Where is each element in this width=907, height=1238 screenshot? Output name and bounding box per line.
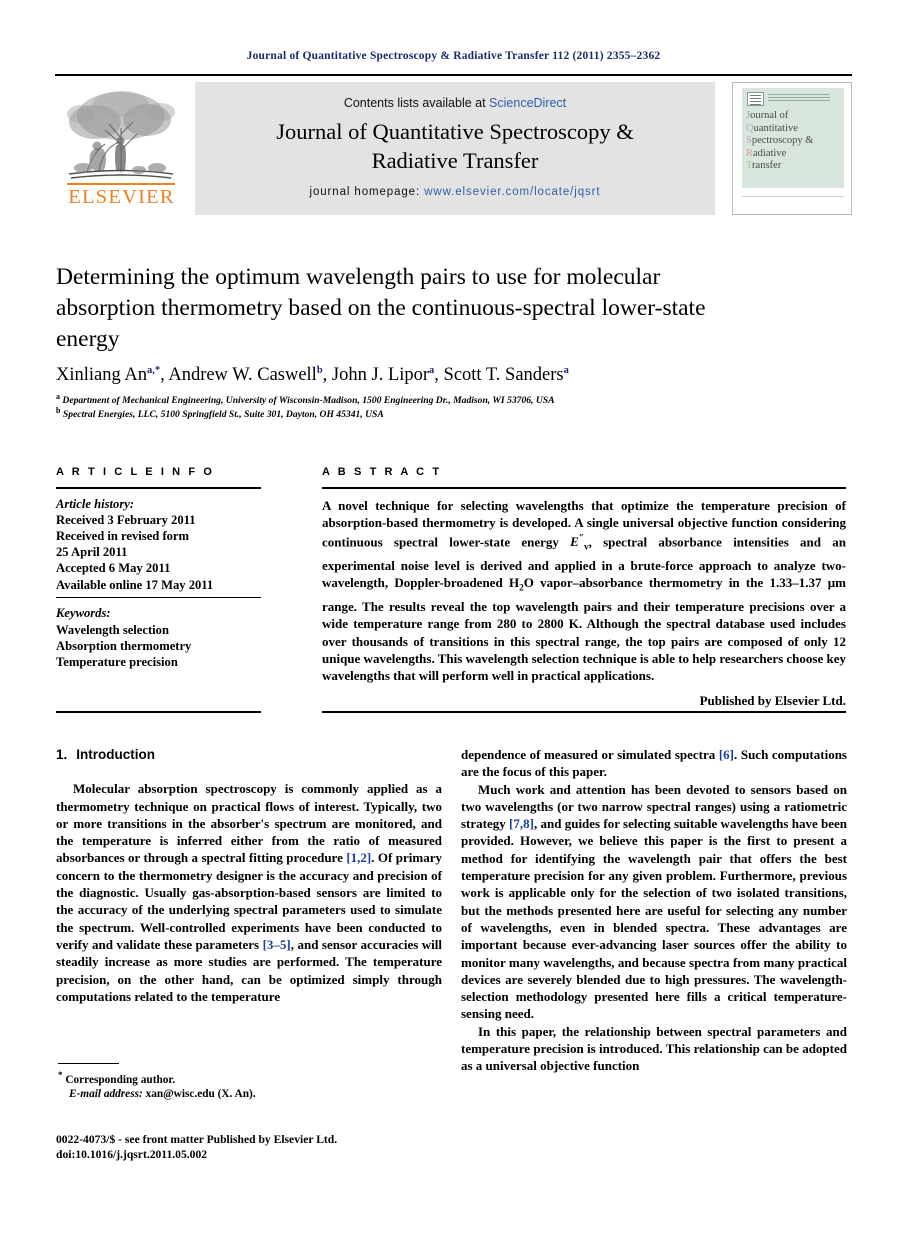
footnote-marker: * <box>58 1070 63 1080</box>
body-column-right: dependence of measured or simulated spec… <box>461 746 847 1075</box>
article-info-bottom-rule <box>56 711 261 713</box>
footnote-rule <box>58 1063 119 1065</box>
history-item: Received 3 February 2011 <box>56 512 196 527</box>
journal-homepage-link[interactable]: www.elsevier.com/locate/jqsrt <box>424 186 600 198</box>
citation-ref[interactable]: [6] <box>719 747 734 762</box>
history-item: Received in revised form <box>56 529 190 543</box>
cover-line4: adiative <box>753 147 787 159</box>
issn-front-matter: 0022-4073/$ - see front matter Published… <box>56 1133 338 1146</box>
paragraph: In this paper, the relationship between … <box>461 1023 847 1074</box>
paragraph: Molecular absorption spectroscopy is com… <box>56 780 442 1005</box>
journal-title: Journal of Quantitative Spectroscopy & R… <box>195 117 715 175</box>
affiliation-text: Spectral Energies, LLC, 5100 Springfield… <box>62 409 384 421</box>
header-rule <box>55 74 852 76</box>
abstract-publisher-note: Published by Elsevier Ltd. <box>699 693 846 709</box>
journal-masthead: ELSEVIER Contents lists available at Sci… <box>55 82 852 215</box>
abstract-part-3: O vapor–absorbance thermometry in the 1.… <box>322 575 846 683</box>
energy-letter: E <box>570 534 579 550</box>
affiliation-mark: a <box>56 392 60 401</box>
cover-line1: ournal of <box>750 110 789 121</box>
cover-line2: uantitative <box>753 122 798 134</box>
journal-homepage-line: journal homepage: www.elsevier.com/locat… <box>195 186 715 198</box>
abstract-bottom-rule <box>322 711 846 713</box>
paragraph-text: dependence of measured or simulated spec… <box>461 747 719 762</box>
abstract-text: A novel technique for selecting waveleng… <box>322 497 846 685</box>
paragraph-text: , and guides for selecting suitable wave… <box>461 816 847 1022</box>
article-info-rule <box>56 487 261 489</box>
article-info-section: A R T I C L E I N F O Article history: R… <box>56 466 261 670</box>
history-item: Available online 17 May 2011 <box>56 577 214 592</box>
journal-homepage-label: journal homepage: <box>309 186 425 198</box>
keywords-rule <box>56 596 261 599</box>
running-head: Journal of Quantitative Spectroscopy & R… <box>246 50 661 62</box>
email-address[interactable]: xan@wisc.edu (X. An). <box>143 1088 256 1100</box>
cover-line3: pectroscopy & <box>751 135 814 147</box>
elsevier-tree-icon <box>67 91 175 179</box>
article-history: Article history: Received 3 February 201… <box>56 496 261 593</box>
keyword-item: Absorption thermometry <box>56 638 192 653</box>
keyword-item: Temperature precision <box>56 655 178 670</box>
paper-page: Journal of Quantitative Spectroscopy & R… <box>0 0 907 1238</box>
page-footer: 0022-4073/$ - see front matter Published… <box>56 1132 556 1162</box>
author-name: Scott T. Sanders <box>443 365 564 386</box>
journal-title-line2: Radiative Transfer <box>371 148 539 173</box>
lower-state-energy-symbol: E″v <box>570 534 589 553</box>
cover-cap-r: R <box>746 147 754 159</box>
paragraph: Much work and attention has been devoted… <box>461 781 847 1023</box>
elsevier-wordmark-rule <box>67 183 175 185</box>
affiliation: b Spectral Energies, LLC, 5100 Springfie… <box>56 406 846 420</box>
email-label: E-mail address: <box>69 1088 143 1101</box>
body-column-left: 1. Introduction Molecular absorption spec… <box>56 746 442 1005</box>
abstract-rule <box>322 487 846 489</box>
elsevier-wordmark: ELSEVIER <box>68 186 175 208</box>
affiliation: a Department of Mechanical Engineering, … <box>56 392 846 406</box>
section-title: Introduction <box>76 747 155 762</box>
author-affil-mark: b <box>316 365 323 376</box>
page-title: Determining the optimum wavelength pairs… <box>56 264 706 352</box>
citation-ref[interactable]: [3–5] <box>263 937 291 952</box>
masthead-band: Contents lists available at ScienceDirec… <box>195 82 715 215</box>
keyword-item: Wavelength selection <box>56 622 169 637</box>
footnote-text: Corresponding author. <box>65 1073 176 1086</box>
contents-available-line: Contents lists available at ScienceDirec… <box>195 96 715 110</box>
elsevier-logo: ELSEVIER <box>55 82 188 215</box>
author-list: Xinliang Ana,*, Andrew W. Caswellb, John… <box>56 365 569 386</box>
contents-available-text: Contents lists available at <box>343 96 490 110</box>
article-info-heading: A R T I C L E I N F O <box>56 466 215 478</box>
keywords-block: Keywords: Wavelength selection Absorptio… <box>56 605 261 670</box>
paragraph: dependence of measured or simulated spec… <box>461 746 847 781</box>
history-item: 25 April 2011 <box>56 545 128 560</box>
journal-title-line1: Journal of Quantitative Spectroscopy & <box>276 119 634 144</box>
footnote-email-line: E-mail address: xan@wisc.edu (X. An). <box>58 1087 444 1102</box>
cover-divider <box>742 196 844 197</box>
cover-title-text: Journal of Quantitative Spectroscopy & R… <box>746 110 842 173</box>
cover-line5: ransfer <box>752 160 782 172</box>
author-affil-mark: a,* <box>146 365 161 376</box>
author-affil-mark: a <box>563 365 569 376</box>
citation-ref[interactable]: [7,8] <box>509 816 534 831</box>
citation-ref[interactable]: [1,2] <box>346 850 371 865</box>
sciencedirect-link[interactable]: ScienceDirect <box>489 96 566 110</box>
keywords-label: Keywords: <box>56 606 111 621</box>
abstract-section: A B S T R A C T A novel technique for se… <box>322 466 846 709</box>
affiliation-text: Department of Mechanical Engineering, Un… <box>62 395 555 407</box>
cover-inner-panel: Journal of Quantitative Spectroscopy & R… <box>742 88 844 188</box>
affiliation-mark: b <box>56 406 61 415</box>
cover-badge-placeholder-lines <box>768 94 830 101</box>
section-number: 1. <box>56 747 68 762</box>
author-name: John J. Lipor <box>331 365 430 386</box>
author-name: Xinliang An <box>56 365 147 386</box>
corresponding-author-footnote: * Corresponding author. E-mail address: … <box>58 1068 444 1102</box>
doi-text[interactable]: doi:10.1016/j.jqsrt.2011.05.002 <box>56 1148 207 1161</box>
cover-publisher-badge-icon <box>747 92 764 106</box>
journal-cover-thumbnail: Journal of Quantitative Spectroscopy & R… <box>732 82 852 215</box>
section-heading-introduction: 1. Introduction <box>56 746 442 763</box>
abstract-heading: A B S T R A C T <box>322 466 442 478</box>
author-name: Andrew W. Caswell <box>168 365 317 386</box>
author-affil-mark: a <box>429 365 435 376</box>
article-history-label: Article history: <box>56 496 135 511</box>
cover-cap-q: Q <box>746 122 754 134</box>
history-item: Accepted 6 May 2011 <box>56 561 171 576</box>
